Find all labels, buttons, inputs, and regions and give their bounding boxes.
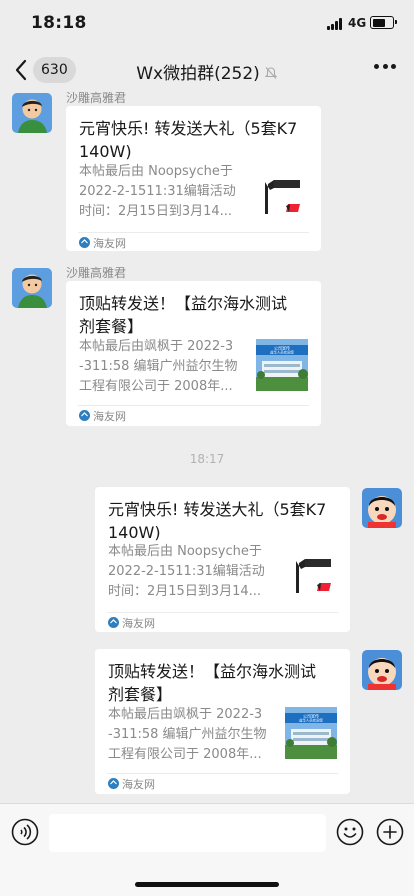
card-title: 元宵快乐! 转发送大礼（5套K7 140W) [79, 119, 298, 161]
bell-muted-icon [264, 67, 278, 79]
card-source-label: 海友网 [122, 778, 155, 791]
card-divider [107, 773, 338, 774]
emoji-icon[interactable] [336, 818, 364, 846]
card-desc-line: 2022-2-1511:31编辑活动 [79, 184, 236, 199]
card-desc-line: -311:58 编辑广州益尔生物 [108, 727, 267, 742]
card-title: 顶贴转发送！【益尔海水测试剂套餐】 [79, 294, 288, 336]
status-time: 18:18 [31, 13, 87, 33]
chat-title: Wx微拍群(252) [136, 64, 260, 84]
aquarium-light-thumbnail [287, 547, 339, 599]
voice-icon[interactable] [11, 818, 39, 846]
link-card[interactable]: 元宵快乐! 转发送大礼（5套K7 140W) 本帖最后由 Noopsyche于 … [66, 106, 321, 251]
card-desc-line: 时间：2月15日到3月14... [108, 584, 262, 599]
avatar[interactable] [362, 650, 402, 690]
app-logo-icon [108, 617, 119, 628]
timestamp: 18:17 [189, 452, 225, 466]
card-desc-line: 本帖最后由 Noopsyche于 [108, 544, 262, 559]
card-desc-line: 本帖最后由飒枫于 2022-3 [108, 707, 263, 722]
card-desc-line: 工程有限公司于 2008年... [79, 379, 233, 394]
thumb-caption: 益华人员欢迎您 [270, 350, 294, 355]
battery-icon [370, 16, 397, 29]
link-card[interactable]: 顶贴转发送！【益尔海水测试剂套餐】 本帖最后由飒枫于 2022-3 -311:5… [66, 281, 321, 426]
link-card[interactable]: 元宵快乐! 转发送大礼（5套K7 140W) 本帖最后由 Noopsyche于 … [95, 487, 350, 632]
card-divider [78, 232, 309, 233]
card-divider [78, 405, 309, 406]
card-source-label: 海友网 [93, 410, 126, 423]
app-logo-icon [108, 778, 119, 789]
card-desc-line: 本帖最后由 Noopsyche于 [79, 164, 233, 179]
card-source-label: 海友网 [122, 617, 155, 630]
avatar[interactable] [12, 268, 52, 308]
nav-bar: 630 Wx微拍群(252) [0, 48, 414, 92]
sender-name: 沙雕高雅君 [66, 266, 127, 280]
sender-name: 沙雕高雅君 [66, 91, 127, 105]
signal-icon [327, 18, 343, 30]
card-source: 海友网 [108, 776, 155, 792]
network-type: 4G [348, 16, 367, 30]
aquarium-light-thumbnail [256, 168, 308, 220]
app-logo-icon [79, 237, 90, 248]
card-source: 海友网 [79, 408, 126, 424]
card-desc-line: 2022-2-1511:31编辑活动 [108, 564, 265, 579]
card-desc-line: -311:58 编辑广州益尔生物 [79, 359, 238, 374]
plus-icon[interactable] [376, 818, 404, 846]
home-indicator[interactable] [135, 882, 279, 887]
avatar[interactable] [362, 488, 402, 528]
avatar[interactable] [12, 93, 52, 133]
card-title: 顶贴转发送！【益尔海水测试剂套餐】 [108, 662, 317, 704]
message-input[interactable] [49, 814, 326, 852]
ellipsis-icon[interactable] [374, 64, 396, 70]
card-title: 元宵快乐! 转发送大礼（5套K7 140W) [108, 500, 327, 542]
building-thumbnail: 公司宣传益华人员欢迎您 [285, 707, 337, 759]
card-desc-line: 工程有限公司于 2008年... [108, 747, 262, 762]
card-source: 海友网 [79, 235, 126, 251]
card-desc-line: 本帖最后由飒枫于 2022-3 [79, 339, 234, 354]
card-source-label: 海友网 [93, 237, 126, 250]
status-bar: 18:18 4G [0, 0, 414, 48]
card-divider [107, 612, 338, 613]
link-card[interactable]: 顶贴转发送！【益尔海水测试剂套餐】 本帖最后由飒枫于 2022-3 -311:5… [95, 649, 350, 794]
building-thumbnail: 公司宣传益华人员欢迎您 [256, 339, 308, 391]
app-logo-icon [79, 410, 90, 421]
chat-title-group: Wx微拍群(252) [0, 59, 414, 84]
thumb-caption: 益华人员欢迎您 [299, 718, 323, 723]
card-desc-line: 时间：2月15日到3月14... [79, 204, 233, 219]
card-source: 海友网 [108, 615, 155, 631]
